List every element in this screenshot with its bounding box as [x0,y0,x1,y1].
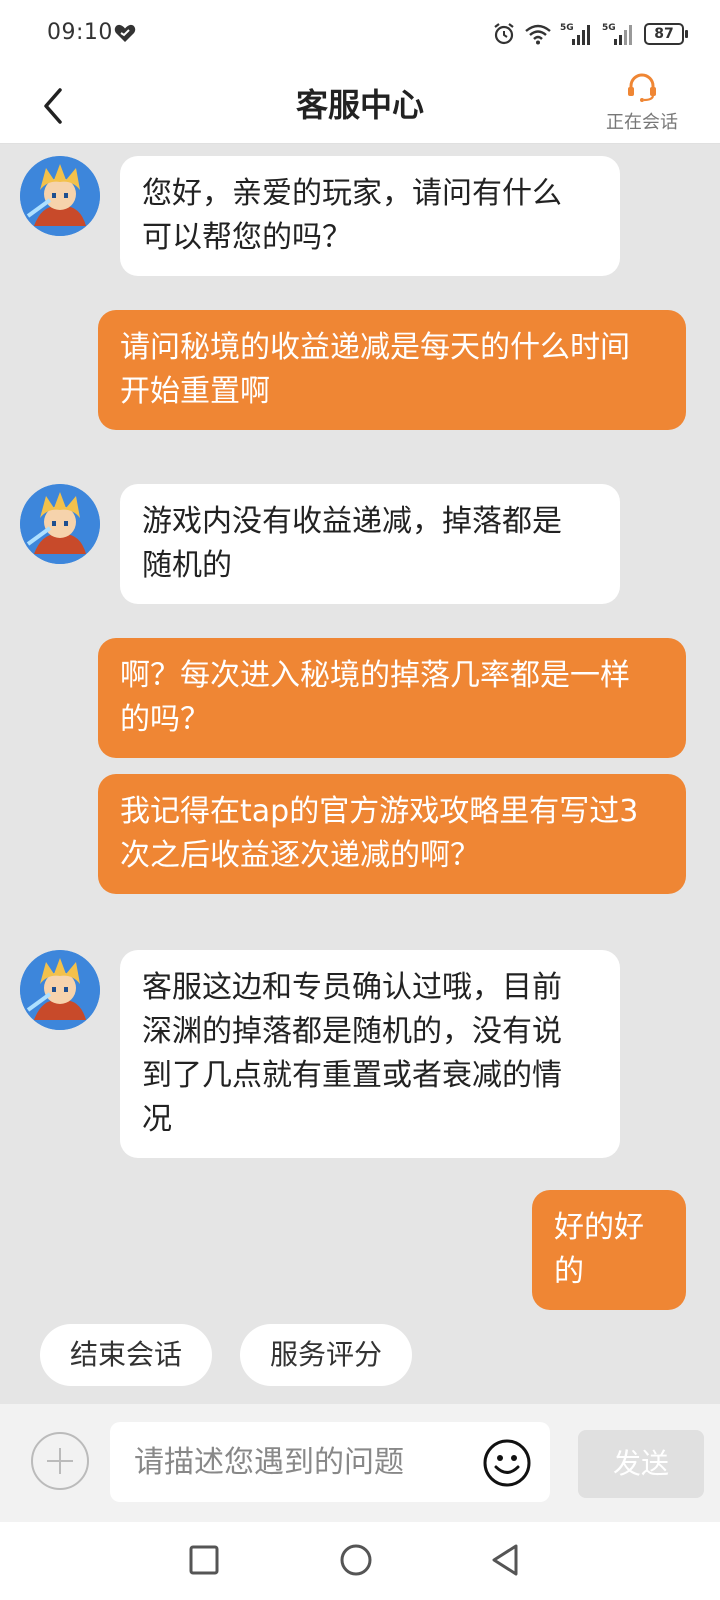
message-bubble-outgoing: 啊？每次进入秘境的掉落几率都是一样 的吗？ [98,638,686,758]
network-label: 5G [560,23,574,33]
battery-level: 87 [654,26,674,42]
message-bubble-incoming: 客服这边和专员确认过哦，目前 深渊的掉落都是随机的，没有说 到了几点就有重置或者… [120,950,620,1158]
plus-icon[interactable] [31,1432,89,1490]
message-line: 次之后收益逐次递减的啊？ [120,838,480,873]
system-nav-bar [0,1522,720,1600]
triangle-icon[interactable] [484,1538,528,1582]
message-line: 到了几点就有重置或者衰减的情 [142,1058,562,1093]
agent-avatar [20,156,100,236]
message-line: 请问秘境的收益递减是每天的什么时间 [120,330,630,365]
signal-icon-sim1: 5G [560,23,590,45]
message-input[interactable] [134,1422,474,1502]
message-line: 深渊的掉落都是随机的，没有说 [142,1014,562,1049]
message-bubble-outgoing: 请问秘境的收益递减是每天的什么时间 开始重置啊 [98,310,686,430]
wifi-icon [525,24,551,45]
avatar-image [20,156,100,236]
rate-service-button[interactable]: 服务评分 [240,1324,412,1386]
message-line: 随机的 [142,548,232,583]
session-status-label: 正在会话 [606,112,678,133]
message-bubble-incoming: 您好，亲爱的玩家，请问有什么 可以帮您的吗？ [120,156,620,276]
headset-icon [628,73,656,102]
header: 客服中心 正在会话 [0,68,720,144]
status-bar: 09:10 5G 5G 87 [0,0,720,68]
message-line: 可以帮您的吗？ [142,220,352,255]
avatar-image [20,950,100,1030]
session-status[interactable]: 正在会话 [600,72,684,134]
message-line: 游戏内没有收益递减，掉落都是 [142,504,562,539]
message-bubble-incoming: 游戏内没有收益递减，掉落都是 随机的 [120,484,620,604]
alarm-icon [494,23,514,45]
network-label: 5G [602,23,616,33]
square-icon[interactable] [182,1538,226,1582]
send-button[interactable]: 发送 [578,1430,704,1498]
input-bar: 发送 [0,1404,720,1522]
message-line: 好的好的 [554,1210,644,1289]
battery-indicator: 87 [644,23,688,45]
circle-icon[interactable] [334,1538,378,1582]
status-time: 09:10 [47,20,113,45]
end-session-button[interactable]: 结束会话 [40,1324,212,1386]
agent-avatar [20,950,100,1030]
avatar-image [20,484,100,564]
message-bubble-outgoing: 我记得在tap的官方游戏攻略里有写过3 次之后收益逐次递减的啊？ [98,774,686,894]
message-line: 况 [142,1102,172,1137]
message-line: 客服这边和专员确认过哦，目前 [142,970,562,1005]
message-bubble-outgoing: 好的好的 [532,1190,686,1310]
message-line: 我记得在tap的官方游戏攻略里有写过3 [120,794,639,829]
message-line: 开始重置啊 [120,374,270,409]
signal-icon-sim2: 5G [602,23,632,45]
message-input-container[interactable] [110,1422,550,1502]
message-line: 您好，亲爱的玩家，请问有什么 [142,176,562,211]
agent-avatar [20,484,100,564]
message-line: 的吗？ [120,702,210,737]
status-icons: 5G 5G 87 [492,20,688,48]
heart-icon [114,24,136,42]
chat-area[interactable]: 您好，亲爱的玩家，请问有什么 可以帮您的吗？ 请问秘境的收益递减是每天的什么时间… [0,144,720,1404]
smiley-icon[interactable] [482,1438,532,1488]
message-line: 啊？每次进入秘境的掉落几率都是一样 [120,658,630,693]
